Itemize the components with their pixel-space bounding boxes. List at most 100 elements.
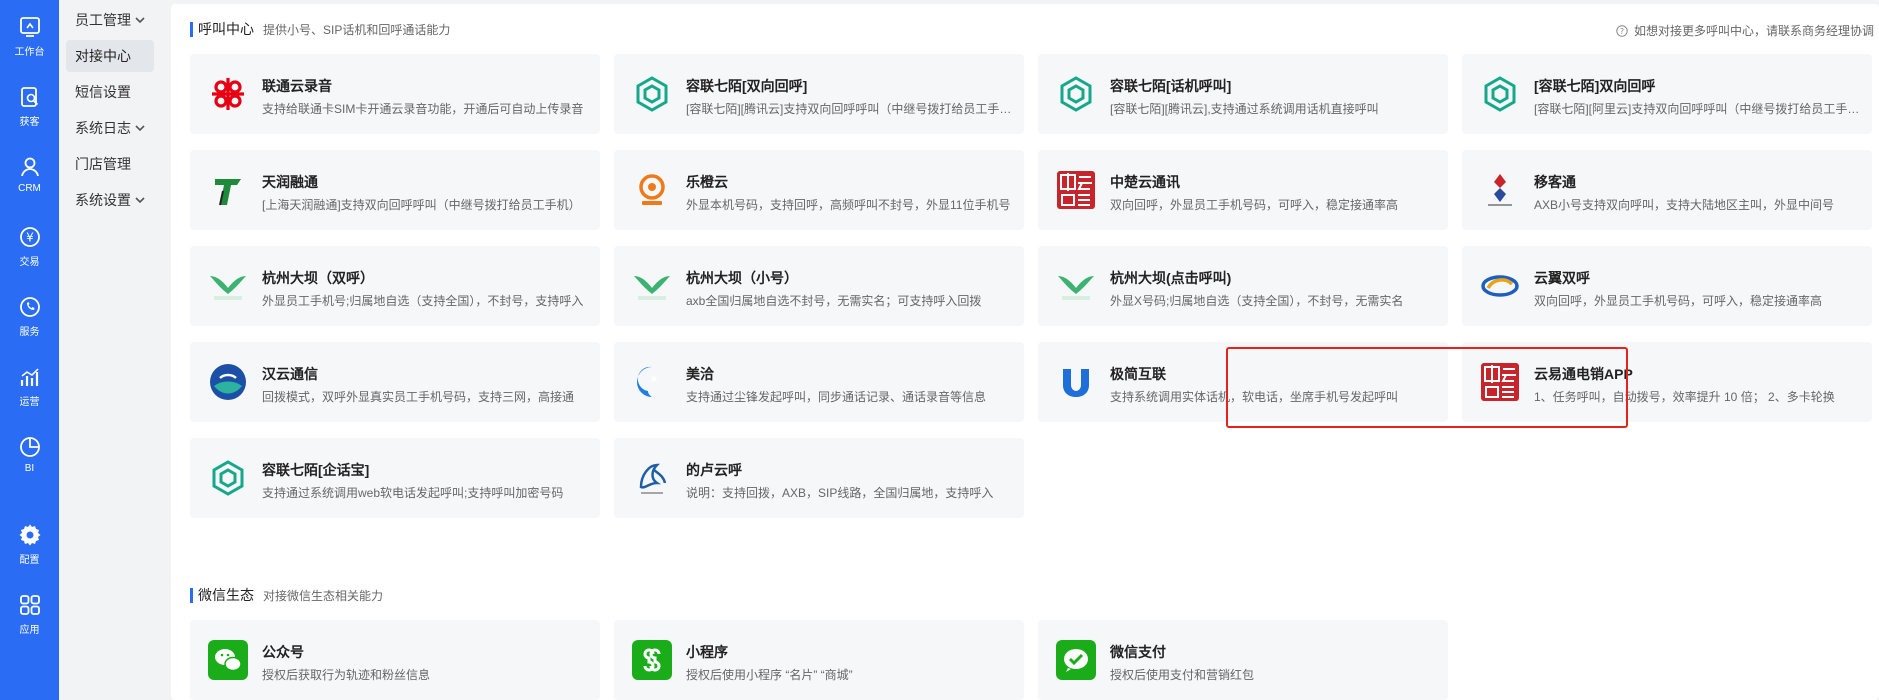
section-subtitle: 对接微信生态相关能力 xyxy=(263,588,384,603)
yuan-icon: ¥ xyxy=(17,224,43,250)
meiqia-logo-icon xyxy=(632,362,672,402)
submenu-item-staff[interactable]: 员工管理 xyxy=(66,4,154,36)
integration-card-mini-program[interactable]: 小程序 授权后使用小程序 “名片” “商城” xyxy=(614,620,1024,700)
integration-card-hangzhou-small[interactable]: 杭州大坝（小号） axb全国归属地自选不封号，无需实名；可支持呼入回拨 xyxy=(614,246,1024,326)
rail-item-workbench[interactable]: 工作台 xyxy=(0,14,59,58)
rail-item-crm[interactable]: CRM xyxy=(0,154,59,194)
search-doc-icon xyxy=(17,84,43,110)
person-icon xyxy=(17,154,43,180)
pie-chart-icon xyxy=(17,434,43,460)
card-name: 天润融通 xyxy=(262,174,318,190)
integration-card-hangzhou-click[interactable]: 杭州大坝(点击呼叫) 外显X号码;归属地自选（支持全国），不封号，无需实名 xyxy=(1038,246,1448,326)
submenu-item-integration[interactable]: 对接中心 xyxy=(66,40,154,72)
rail-item-config[interactable]: 配置 xyxy=(0,522,59,566)
integration-card-ronglian-aliyun[interactable]: [容联七陌]双向回呼 [容联七陌][阿里云]支持双向回呼呼叫（中继号拨打给员工手… xyxy=(1462,54,1872,134)
secondary-menu: 员工管理 对接中心 短信设置 系统日志 门店管理 系统设置 xyxy=(59,0,159,700)
rail-item-operations[interactable]: 运营 xyxy=(0,364,59,408)
card-desc: 外显X号码;归属地自选（支持全国），不封号，无需实名 xyxy=(1110,294,1404,308)
svg-text:¥: ¥ xyxy=(26,231,34,245)
integration-card-official-account[interactable]: 公众号 授权后获取行为轨迹和粉丝信息 xyxy=(190,620,600,700)
rail-item-service[interactable]: 服务 xyxy=(0,294,59,338)
submenu-label: 员工管理 xyxy=(75,12,131,28)
card-name: 容联七陌[话机呼叫] xyxy=(1110,78,1232,94)
submenu-label: 系统设置 xyxy=(75,192,131,208)
wechat-icon xyxy=(208,640,248,680)
bar-chart-icon xyxy=(17,364,43,390)
card-name: 容联七陌[企话宝] xyxy=(262,462,370,478)
yiketong-logo-icon xyxy=(1480,170,1520,210)
card-name: 移客通 xyxy=(1534,174,1576,190)
integration-card-yunyitong[interactable]: 云易通电销APP 1、任务呼叫，自动拨号，效率提升 10 倍； 2、多卡轮换 xyxy=(1462,342,1872,422)
section-header-wechat: 微信生态 对接微信生态相关能力 xyxy=(190,586,383,604)
card-desc: axb全国归属地自选不封号，无需实名；可支持呼入回拨 xyxy=(686,294,982,308)
rail-label: 交易 xyxy=(19,257,40,268)
hangzhou-daba-logo-icon xyxy=(208,266,248,306)
chevron-down-icon xyxy=(135,197,145,204)
card-desc: 说明：支持回拨，AXB，SIP线路，全国归属地，支持呼入 xyxy=(686,486,994,500)
submenu-item-sms[interactable]: 短信设置 xyxy=(66,76,154,108)
rail-label: 服务 xyxy=(19,327,40,338)
section-title: 呼叫中心 xyxy=(198,21,254,37)
integration-card-yunyi[interactable]: 云翼双呼 双向回呼，外显员工手机号码，可呼入，稳定接通率高 xyxy=(1462,246,1872,326)
integration-card-hanyun[interactable]: 汉云通信 回拨模式，双呼外显真实员工手机号码，支持三网，高接通 xyxy=(190,342,600,422)
ronglian-logo-icon xyxy=(1056,74,1096,114)
integration-card-ronglian-qihuabao[interactable]: 容联七陌[企话宝] 支持通过系统调用web软电话发起呼叫;支持呼叫加密号码 xyxy=(190,438,600,518)
grid-icon xyxy=(17,592,43,618)
card-desc: 支持通过系统调用web软电话发起呼叫;支持呼叫加密号码 xyxy=(262,486,564,500)
card-desc: 外显员工手机号;归属地自选（支持全国），不封号，支持呼入 xyxy=(262,294,584,308)
integration-card-jijian[interactable]: 极简互联 支持系统调用实体话机，软电话，坐席手机号发起呼叫 xyxy=(1038,342,1448,422)
integration-card-dilu[interactable]: 的卢云呼 说明：支持回拨，AXB，SIP线路，全国归属地，支持呼入 xyxy=(614,438,1024,518)
rail-item-acquire[interactable]: 获客 xyxy=(0,84,59,128)
integration-card-ronglian-callback[interactable]: 容联七陌[双向回呼] [容联七陌][腾讯云]支持双向回呼呼叫（中继号拨打给员工手… xyxy=(614,54,1024,134)
integration-card-tianrun[interactable]: 天润融通 [上海天润融通]支持双向回呼呼叫（中继号拨打给员工手机） xyxy=(190,150,600,230)
card-name: 云翼双呼 xyxy=(1534,270,1590,286)
section-header-call-center: 呼叫中心 提供小号、SIP话机和回呼通话能力 xyxy=(190,20,450,38)
china-unicom-logo-icon xyxy=(208,74,248,114)
lechengyun-logo-icon xyxy=(632,170,672,210)
integration-card-meiqia[interactable]: 美洽 支持通过尘锋发起呼叫，同步通话记录、通话录音等信息 xyxy=(614,342,1024,422)
integration-card-unicom[interactable]: 联通云录音 支持给联通卡SIM卡开通云录音功能，开通后可自动上传录音 xyxy=(190,54,600,134)
section-subtitle: 提供小号、SIP话机和回呼通话能力 xyxy=(263,22,451,37)
card-desc: [容联七陌][腾讯云],支持通过系统调用话机直接呼叫 xyxy=(1110,102,1379,116)
card-desc: 支持给联通卡SIM卡开通云录音功能，开通后可自动上传录音 xyxy=(262,102,584,116)
hangzhou-daba-logo-icon xyxy=(1056,266,1096,306)
card-name: 乐橙云 xyxy=(686,174,728,190)
integration-card-zhongchu[interactable]: 中楚云通讯 双向回呼，外显员工手机号码，可呼入，稳定接通率高 xyxy=(1038,150,1448,230)
tianrun-logo-icon xyxy=(208,170,248,210)
ronglian-logo-icon xyxy=(1480,74,1520,114)
rail-label: 运营 xyxy=(19,397,40,408)
card-desc: 外显本机号码，支持回呼，高频呼叫不封号，外显11位手机号 xyxy=(686,198,1011,212)
submenu-item-settings[interactable]: 系统设置 xyxy=(66,184,154,216)
card-name: 的卢云呼 xyxy=(686,462,742,478)
card-name: 微信支付 xyxy=(1110,644,1166,660)
hanyun-logo-icon xyxy=(208,362,248,402)
rail-item-trade[interactable]: ¥ 交易 xyxy=(0,224,59,268)
rail-label: 应用 xyxy=(19,625,40,636)
integration-card-ronglian-phone[interactable]: 容联七陌[话机呼叫] [容联七陌][腾讯云],支持通过系统调用话机直接呼叫 xyxy=(1038,54,1448,134)
card-name: 容联七陌[双向回呼] xyxy=(686,78,808,94)
integration-card-yiketong[interactable]: 移客通 AXB小号支持双向呼叫，支持大陆地区主叫，外显中间号 xyxy=(1462,150,1872,230)
rail-item-apps[interactable]: 应用 xyxy=(0,592,59,636)
card-name: 公众号 xyxy=(262,644,304,660)
dashboard-icon xyxy=(17,14,43,40)
chevron-down-icon xyxy=(135,125,145,132)
card-name: [容联七陌]双向回呼 xyxy=(1534,78,1656,94)
card-desc: AXB小号支持双向呼叫，支持大陆地区主叫，外显中间号 xyxy=(1534,198,1835,212)
section-accent-bar xyxy=(190,21,193,37)
integration-card-wechat-pay[interactable]: 微信支付 授权后使用支付和营销红包 xyxy=(1038,620,1448,700)
help-text: 如想对接更多呼叫中心，请联系商务经理协调 xyxy=(1633,24,1874,38)
rail-item-bi[interactable]: BI xyxy=(0,434,59,474)
submenu-item-stores[interactable]: 门店管理 xyxy=(66,148,154,180)
wechat-pay-icon xyxy=(1056,640,1096,680)
card-name: 云易通电销APP xyxy=(1534,366,1633,382)
ronglian-logo-icon xyxy=(632,74,672,114)
card-name: 杭州大坝(点击呼叫) xyxy=(1110,270,1232,286)
integration-card-lechengyun[interactable]: 乐橙云 外显本机号码，支持回呼，高频呼叫不封号，外显11位手机号 xyxy=(614,150,1024,230)
svg-text:?: ? xyxy=(1620,27,1624,36)
card-name: 美洽 xyxy=(686,366,714,382)
card-desc: 支持通过尘锋发起呼叫，同步通话记录、通话录音等信息 xyxy=(686,390,987,404)
card-desc: 双向回呼，外显员工手机号码，可呼入，稳定接通率高 xyxy=(1534,294,1823,308)
zhongchu-logo-icon xyxy=(1056,170,1096,210)
submenu-item-logs[interactable]: 系统日志 xyxy=(66,112,154,144)
integration-card-hangzhou-dual[interactable]: 杭州大坝（双呼） 外显员工手机号;归属地自选（支持全国），不封号，支持呼入 xyxy=(190,246,600,326)
